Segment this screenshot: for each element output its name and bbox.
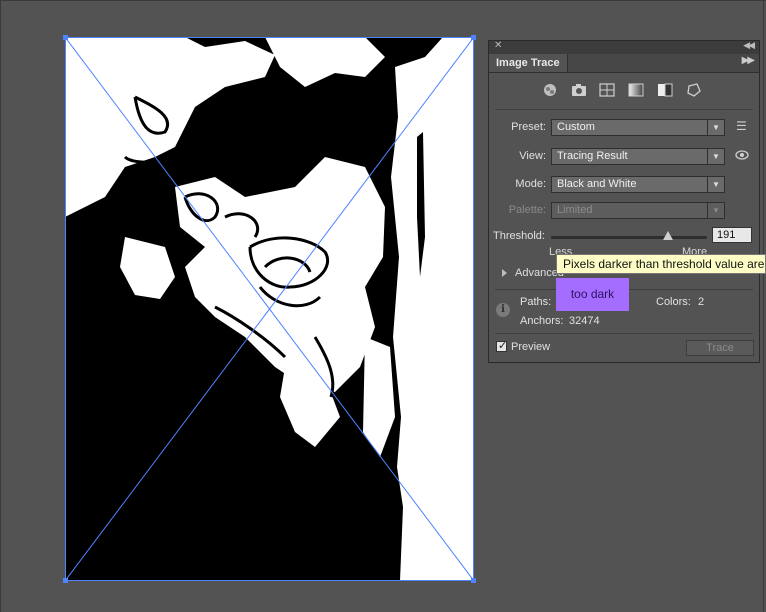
divider — [495, 333, 753, 334]
view-label: View: — [519, 150, 546, 162]
high-color-icon[interactable] — [570, 81, 588, 99]
close-icon[interactable]: ✕ — [494, 40, 502, 51]
mode-label: Mode: — [515, 178, 546, 190]
black-and-white-icon[interactable] — [656, 81, 674, 99]
tab-image-trace[interactable]: Image Trace — [489, 54, 568, 72]
view-dropdown[interactable]: Tracing Result ▼ — [551, 148, 725, 165]
chevron-down-icon: ▼ — [707, 177, 724, 192]
chevron-down-icon: ▼ — [707, 203, 724, 218]
divider — [495, 109, 753, 110]
mode-value: Black and White — [557, 178, 637, 190]
window-edge — [0, 0, 1, 612]
preview-label[interactable]: Preview — [511, 341, 550, 353]
view-value: Tracing Result — [557, 150, 628, 162]
selection-handle-top-left[interactable] — [63, 35, 68, 40]
checkmark-icon: ✓ — [498, 340, 508, 352]
selection-handle-bottom-left[interactable] — [63, 578, 68, 583]
anchors-label: Anchors: — [520, 315, 564, 327]
palette-dropdown: Limited ▼ — [551, 202, 725, 219]
selection-handle-bottom-right[interactable] — [471, 578, 476, 583]
window-edge — [0, 0, 766, 1]
anchors-value: 32474 — [569, 315, 600, 327]
list-menu-icon[interactable]: ☰ — [736, 119, 747, 133]
trace-button[interactable]: Trace — [686, 340, 754, 356]
threshold-label: Threshold: — [493, 230, 545, 242]
colors-label: Colors: — [656, 296, 691, 308]
threshold-slider-track[interactable] — [551, 236, 707, 239]
eye-icon[interactable] — [735, 149, 749, 163]
chevron-down-icon: ▼ — [707, 120, 724, 135]
annotation-sticky-note: too dark — [556, 278, 629, 311]
traced-image-artboard[interactable] — [65, 37, 474, 581]
preview-checkbox[interactable]: ✓ — [496, 340, 508, 352]
threshold-slider-thumb[interactable] — [662, 231, 673, 240]
preset-label: Preset: — [511, 121, 546, 133]
auto-color-icon[interactable] — [541, 81, 559, 99]
threshold-tooltip: Pixels darker than threshold value are — [556, 254, 766, 274]
traced-image — [65, 37, 474, 581]
colors-value: 2 — [698, 296, 705, 308]
preset-value: Custom — [557, 121, 595, 133]
panel-titlebar[interactable]: ✕ ◀◀ — [489, 40, 759, 54]
image-trace-panel: ✕ ◀◀ Image Trace ▶▶ Preset: Custom ▼ ☰ V… — [488, 40, 760, 363]
double-chevron-left-icon[interactable]: ◀◀ — [743, 40, 755, 51]
mode-dropdown[interactable]: Black and White ▼ — [551, 176, 725, 193]
low-color-icon[interactable] — [598, 81, 616, 99]
chevron-down-icon: ▼ — [707, 149, 724, 164]
preset-dropdown[interactable]: Custom ▼ — [551, 119, 725, 136]
palette-value: Limited — [557, 204, 593, 216]
palette-label: Palette: — [508, 204, 546, 216]
window-edge — [763, 0, 764, 612]
grayscale-icon[interactable] — [627, 81, 645, 99]
threshold-input[interactable]: 191 — [712, 227, 752, 243]
expand-triangle-icon[interactable] — [502, 269, 507, 277]
double-chevron-right-icon[interactable]: ▶▶ — [742, 55, 755, 66]
paths-label: Paths: — [520, 296, 552, 308]
selection-handle-top-right[interactable] — [471, 35, 476, 40]
info-icon: i — [496, 303, 510, 317]
outline-icon[interactable] — [685, 81, 703, 99]
panel-tabbar: Image Trace ▶▶ — [489, 54, 759, 73]
